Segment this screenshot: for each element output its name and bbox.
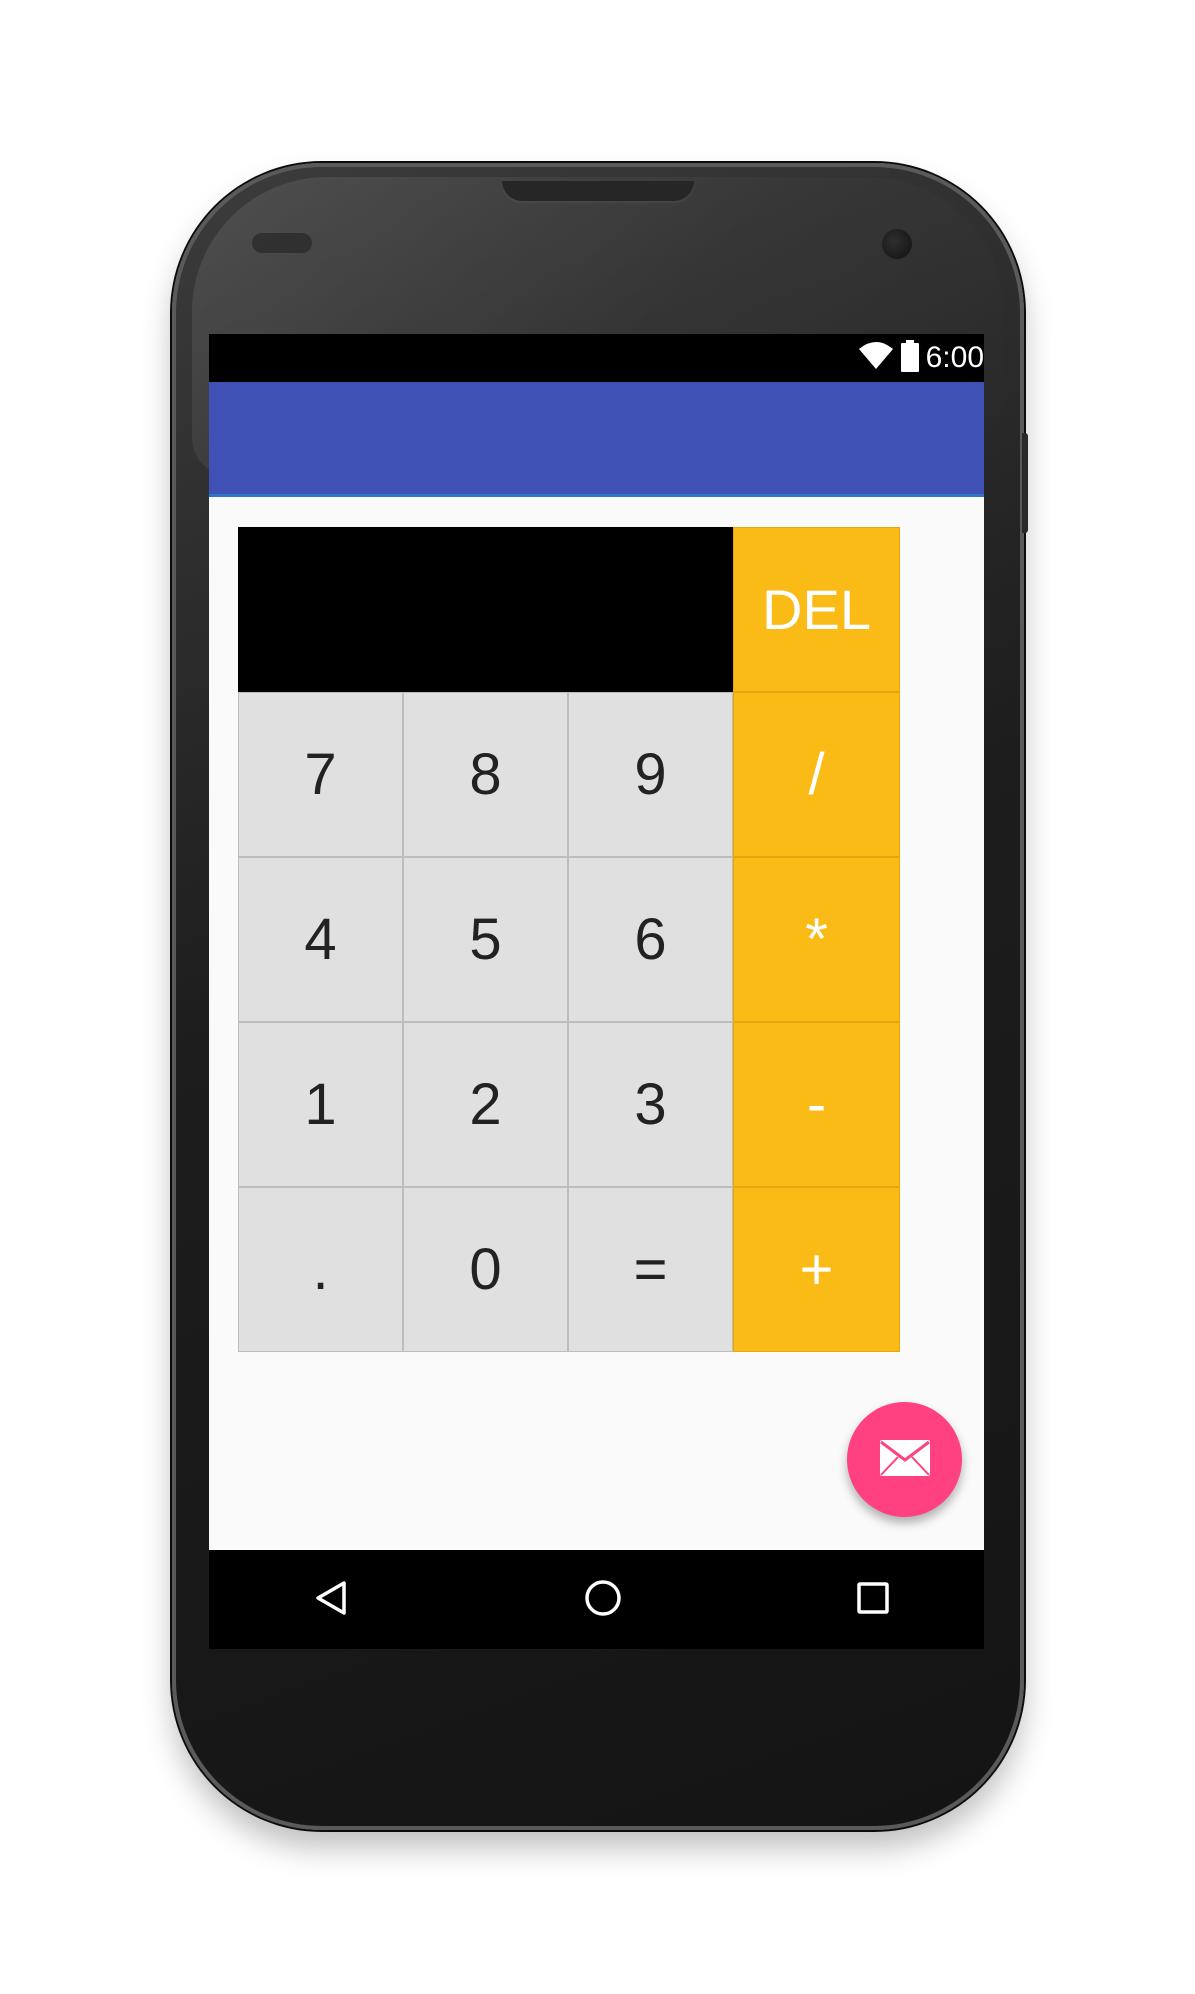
calculator-display [238,527,733,692]
wifi-icon [858,341,894,375]
device-screen: 6:00 DEL 7 8 9 / 4 5 6 * 1 2 3 - . 0 = + [209,334,984,1649]
key-1[interactable]: 1 [238,1022,403,1187]
calculator: DEL 7 8 9 / 4 5 6 * 1 2 3 - . 0 = + [238,527,900,1352]
multiply-button[interactable]: * [733,857,900,1022]
key-2[interactable]: 2 [403,1022,568,1187]
key-8[interactable]: 8 [403,692,568,857]
subtract-button[interactable]: - [733,1022,900,1187]
status-icons: 6:00 [858,334,984,382]
battery-icon [900,340,920,376]
back-button[interactable] [303,1572,359,1628]
key-9[interactable]: 9 [568,692,733,857]
del-button[interactable]: DEL [733,527,900,692]
add-button[interactable]: + [733,1187,900,1352]
status-bar: 6:00 [209,334,984,382]
key-3[interactable]: 3 [568,1022,733,1187]
key-6[interactable]: 6 [568,857,733,1022]
recents-button[interactable] [845,1572,901,1628]
key-0[interactable]: 0 [403,1187,568,1352]
proximity-sensor [252,233,312,253]
recents-icon [856,1581,890,1619]
decimal-point-button[interactable]: . [238,1187,403,1352]
key-7[interactable]: 7 [238,692,403,857]
divide-button[interactable]: / [733,692,900,857]
equals-button[interactable]: = [568,1187,733,1352]
app-bar [209,382,984,494]
back-icon [314,1580,348,1620]
power-button [1022,433,1028,533]
home-icon [583,1578,623,1622]
content-area: DEL 7 8 9 / 4 5 6 * 1 2 3 - . 0 = + [209,497,984,1550]
key-4[interactable]: 4 [238,857,403,1022]
navigation-bar [209,1550,984,1649]
home-button[interactable] [575,1572,631,1628]
key-5[interactable]: 5 [403,857,568,1022]
mail-fab-button[interactable] [847,1402,962,1517]
status-time: 6:00 [925,341,984,374]
mail-icon [879,1439,931,1481]
earpiece-speaker [502,181,694,201]
front-camera [882,229,912,259]
